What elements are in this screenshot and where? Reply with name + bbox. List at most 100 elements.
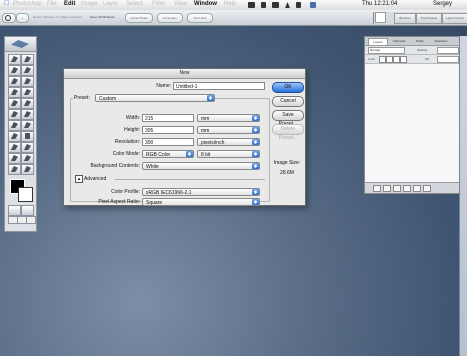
palette-well-toggle-icon[interactable]	[375, 12, 386, 23]
chevron-updown-icon	[252, 115, 259, 121]
zoom-all-windows-option[interactable]: Zoom All Windows	[90, 15, 115, 19]
clone-stamp-tool-icon[interactable]	[8, 98, 21, 109]
lock-position-icon[interactable]	[393, 56, 400, 63]
menu-edit[interactable]: Edit	[64, 1, 75, 7]
volume-icon[interactable]	[296, 2, 301, 8]
magic-wand-tool-icon[interactable]	[21, 65, 34, 76]
add-mask-icon[interactable]	[383, 185, 391, 192]
well-tab-brushes[interactable]: Brushes	[394, 13, 416, 24]
menu-image[interactable]: Image	[81, 1, 98, 7]
pixel-aspect-ratio-select[interactable]: Square	[142, 198, 260, 206]
menubar-user[interactable]: Sergey	[433, 1, 452, 7]
width-unit-value: mm	[201, 116, 210, 122]
delete-preset-button[interactable]: Delete Preset...	[272, 124, 304, 141]
menu-window[interactable]: Window	[194, 1, 217, 7]
menu-view[interactable]: View	[174, 1, 187, 7]
tab-channels[interactable]: Channels	[387, 38, 411, 44]
screen-mode-full-icon[interactable]	[26, 216, 36, 224]
eraser-tool-icon[interactable]	[8, 109, 21, 120]
zoom-tool-icon[interactable]	[2, 13, 16, 23]
new-document-dialog: New Name: Untitled-1 Preset: Custom Widt…	[63, 68, 306, 206]
shape-tool-icon[interactable]	[21, 142, 34, 153]
tab-swatches[interactable]: Swatches	[429, 38, 453, 44]
chevron-updown-icon	[252, 163, 259, 169]
preset-select[interactable]: Custom	[95, 94, 215, 102]
brush-tool-icon[interactable]	[21, 87, 34, 98]
well-tab-layer-comps[interactable]: Layer Comps	[442, 13, 467, 24]
background-color-swatch[interactable]	[18, 187, 33, 202]
history-brush-tool-icon[interactable]	[21, 98, 34, 109]
fill-field[interactable]	[437, 56, 459, 63]
opacity-label: Opacity:	[417, 48, 429, 52]
ok-button[interactable]: OK	[272, 82, 304, 93]
height-unit-select[interactable]: mm	[197, 126, 260, 134]
battery-icon[interactable]	[272, 2, 279, 8]
height-field[interactable]: 305	[142, 126, 194, 134]
type-tool-icon[interactable]	[21, 131, 34, 142]
width-field[interactable]: 215	[142, 114, 194, 122]
menu-layer[interactable]: Layer	[103, 1, 118, 7]
move-tool-icon[interactable]	[21, 54, 34, 65]
new-layer-icon[interactable]	[413, 185, 421, 192]
width-unit-select[interactable]: mm	[197, 114, 260, 122]
menu-app[interactable]: Photoshop	[13, 1, 42, 7]
lock-transparency-icon[interactable]	[379, 56, 386, 63]
menu-select[interactable]: Select	[126, 1, 143, 7]
color-profile-select[interactable]: sRGB IEC61966-2.1	[142, 188, 260, 196]
add-layer-style-icon[interactable]	[373, 185, 381, 192]
opacity-field[interactable]	[437, 47, 459, 54]
display-icon[interactable]	[248, 2, 255, 8]
print-size-button[interactable]: Print Size	[187, 13, 213, 23]
dodge-tool-icon[interactable]	[21, 120, 34, 131]
flag-icon[interactable]	[310, 2, 316, 8]
gradient-tool-icon[interactable]	[21, 109, 34, 120]
zoom-in-icon[interactable]: +	[16, 13, 29, 23]
notes-tool-icon[interactable]	[8, 153, 21, 164]
color-mode-value: RGB Color	[146, 152, 171, 158]
menu-filter[interactable]: Filter	[152, 1, 165, 7]
blend-mode-select[interactable]: Normal	[368, 47, 405, 54]
pen-tool-icon[interactable]	[8, 142, 21, 153]
new-adjustment-layer-icon[interactable]	[403, 185, 411, 192]
marquee-tool-icon[interactable]	[8, 54, 21, 65]
menu-help[interactable]: Help	[224, 1, 236, 7]
lock-image-icon[interactable]	[386, 56, 393, 63]
quick-mask-mode-icon[interactable]	[21, 205, 34, 216]
hand-tool-icon[interactable]	[8, 164, 21, 175]
advanced-disclosure-icon[interactable]: ▴	[75, 175, 83, 183]
standard-mode-icon[interactable]	[8, 205, 21, 216]
eject-icon[interactable]	[285, 2, 290, 8]
crop-tool-icon[interactable]	[8, 76, 21, 87]
color-mode-select[interactable]: RGB Color	[142, 150, 194, 158]
new-set-icon[interactable]	[393, 185, 401, 192]
tab-layers[interactable]: Layers	[368, 38, 388, 45]
chevron-updown-icon	[252, 127, 259, 133]
name-field[interactable]: Untitled-1	[173, 82, 265, 90]
script-icon[interactable]	[261, 2, 266, 8]
menubar-clock[interactable]: Thu 12:21:04	[362, 1, 397, 7]
layers-list	[365, 64, 467, 182]
resolution-field[interactable]: 300	[142, 138, 194, 146]
path-selection-tool-icon[interactable]	[8, 131, 21, 142]
resize-windows-option[interactable]: Resize Windows To Fit	[33, 15, 63, 19]
well-tab-tool-presets[interactable]: Tool Presets	[416, 13, 442, 24]
blur-tool-icon[interactable]	[8, 120, 21, 131]
fit-screen-button[interactable]: Fit Screen	[157, 13, 183, 23]
trash-icon[interactable]	[423, 185, 431, 192]
background-contents-select[interactable]: White	[142, 162, 260, 170]
healing-brush-tool-icon[interactable]	[8, 87, 21, 98]
actual-pixels-button[interactable]: Actual Pixels	[125, 13, 153, 23]
cancel-button[interactable]: Cancel	[272, 96, 304, 107]
lasso-tool-icon[interactable]	[8, 65, 21, 76]
lock-all-icon[interactable]	[400, 56, 407, 63]
resolution-unit-select[interactable]: pixels/inch	[197, 138, 260, 146]
eyedropper-tool-icon[interactable]	[21, 153, 34, 164]
slice-tool-icon[interactable]	[21, 76, 34, 87]
apple-menu-icon[interactable]: 	[4, 0, 9, 7]
bit-depth-select[interactable]: 8 bit	[197, 150, 260, 158]
ignore-palettes-option[interactable]: Ignore Palettes	[62, 15, 82, 19]
zoom-tool-icon[interactable]	[21, 164, 34, 175]
menu-file[interactable]: File	[47, 1, 57, 7]
tab-paths[interactable]: Paths	[412, 38, 428, 44]
save-preset-button[interactable]: Save Preset...	[272, 110, 304, 127]
